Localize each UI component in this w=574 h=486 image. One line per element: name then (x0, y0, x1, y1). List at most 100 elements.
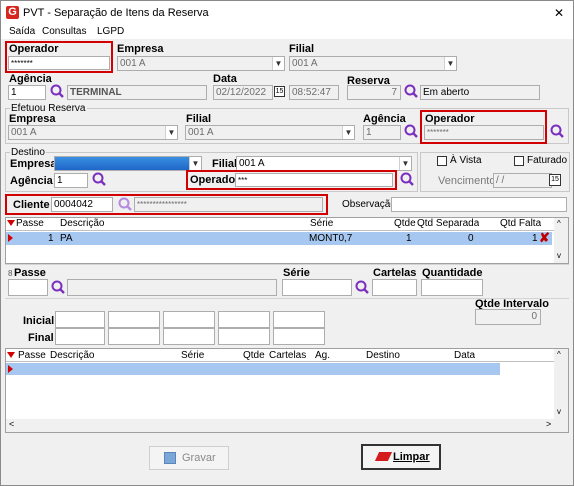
final-field-5[interactable] (273, 328, 325, 345)
search-icon[interactable] (399, 171, 415, 187)
col-passe[interactable]: Passe (18, 350, 46, 362)
col-qtde[interactable]: Qtde (243, 350, 265, 362)
scroll-up-icon[interactable]: ^ (557, 219, 561, 228)
cell-qtd-separada: 0 (468, 233, 474, 244)
empresa-label: Empresa (117, 43, 164, 55)
search-icon[interactable] (403, 123, 419, 139)
empresa-combo[interactable]: 001 A ▼ (117, 56, 285, 71)
calendar-icon[interactable]: 15 (274, 86, 285, 97)
destino-empresa-combo[interactable]: ▼ (54, 156, 202, 171)
cell-qtd-falta: 1 (532, 233, 538, 244)
divider (5, 264, 569, 265)
grid-hscrollbar[interactable]: < > (6, 419, 568, 432)
scroll-up-icon[interactable]: ^ (557, 350, 561, 359)
efetuou-agencia-label: Agência (363, 113, 406, 125)
eraser-icon (374, 452, 393, 461)
serie-field[interactable] (282, 279, 352, 296)
chevron-down-icon: ▼ (165, 126, 177, 139)
search-icon[interactable] (50, 279, 66, 295)
destino-agencia-field[interactable]: 1 (54, 173, 88, 188)
col-serie[interactable]: Série (181, 350, 204, 362)
table-row[interactable] (6, 363, 500, 375)
destino-filial-value: 001 A (239, 158, 265, 169)
filial-label: Filial (289, 43, 315, 55)
efetuou-agencia-value: 1 (366, 127, 372, 138)
row-pointer-icon (8, 234, 13, 242)
cliente-code-field[interactable]: 0004042 (51, 197, 113, 212)
col-destino[interactable]: Destino (366, 350, 400, 362)
delete-icon[interactable]: ✘ (539, 231, 550, 244)
faturado-checkbox[interactable] (514, 156, 524, 166)
quantidade-field[interactable] (421, 279, 483, 296)
col-data[interactable]: Data (454, 350, 475, 362)
passe-field[interactable] (8, 279, 48, 296)
calendar-icon[interactable]: 15 (549, 174, 561, 186)
avista-checkbox[interactable] (437, 156, 447, 166)
inicial-field-5[interactable] (273, 311, 325, 328)
qtde-intervalo-field: 0 (475, 309, 541, 325)
search-icon[interactable] (549, 123, 565, 139)
items-grid[interactable]: Passe Descrição Série Qtde Qtd Separada … (5, 217, 569, 264)
col-cartelas[interactable]: Cartelas (269, 350, 306, 362)
data-field[interactable]: 02/12/2022 (213, 85, 273, 100)
agencia-field[interactable]: 1 (8, 85, 46, 100)
final-field-3[interactable] (163, 328, 215, 345)
chevron-down-icon: ▼ (189, 157, 201, 170)
grid-vscrollbar[interactable]: ^ v (554, 349, 568, 419)
title-bar: G PVT - Separação de Itens da Reserva ✕ (1, 1, 573, 25)
efetuou-agencia-field: 1 (363, 125, 401, 140)
search-icon[interactable] (117, 196, 133, 212)
search-icon[interactable] (403, 83, 419, 99)
final-field-4[interactable] (218, 328, 270, 345)
search-icon[interactable] (354, 279, 370, 295)
destino-operador-field[interactable]: *** (235, 173, 393, 187)
scroll-down-icon[interactable]: v (557, 251, 561, 260)
chevron-down-icon: ▼ (444, 57, 456, 70)
col-qtde[interactable]: Qtde (394, 218, 416, 230)
menu-lgpd[interactable]: LGPD (97, 26, 124, 37)
table-row[interactable]: 1 PA MONT0,7 1 0 1 ✘ (6, 231, 552, 245)
inicial-field-4[interactable] (218, 311, 270, 328)
quantidade-label: Quantidade (422, 267, 483, 279)
final-field-1[interactable] (55, 328, 105, 345)
observacao-field[interactable] (391, 197, 567, 212)
col-qtd-falta[interactable]: Qtd Falta (500, 218, 541, 230)
inicial-field-3[interactable] (163, 311, 215, 328)
grid-scrollbar[interactable]: ^ v (554, 218, 568, 263)
col-passe[interactable]: Passe (16, 218, 44, 230)
inicial-label: Inicial (23, 315, 55, 327)
menu-consultas[interactable]: Consultas (42, 26, 86, 37)
scroll-left-icon[interactable]: < (9, 419, 14, 429)
final-field-2[interactable] (108, 328, 160, 345)
operador-field[interactable]: ******* (8, 56, 110, 70)
col-descricao[interactable]: Descrição (60, 218, 104, 230)
limpar-button[interactable]: Limpar (361, 444, 441, 470)
status-field: Em aberto (420, 85, 540, 100)
chevron-down-icon: ▼ (272, 57, 284, 70)
data-label: Data (213, 73, 237, 85)
destino-empresa-label: Empresa (10, 158, 57, 170)
agencia-name-field: TERMINAL (67, 85, 207, 100)
efetuou-filial-label: Filial (186, 113, 212, 125)
col-serie[interactable]: Série (310, 218, 333, 230)
cartelas-field[interactable] (372, 279, 417, 296)
cliente-name: **************** (137, 200, 187, 209)
destino-filial-combo[interactable]: 001 A ▼ (236, 156, 412, 171)
col-descricao[interactable]: Descrição (50, 350, 94, 362)
close-icon[interactable]: ✕ (554, 6, 564, 20)
scroll-right-icon[interactable]: > (546, 419, 551, 429)
inicial-field-2[interactable] (108, 311, 160, 328)
inicial-field-1[interactable] (55, 311, 105, 328)
filial-combo[interactable]: 001 A ▼ (289, 56, 457, 71)
separated-grid[interactable]: Passe Descrição Série Qtde Cartelas Ag. … (5, 348, 569, 433)
col-qtd-separada[interactable]: Qtd Separada (417, 218, 479, 230)
agencia-name: TERMINAL (70, 87, 122, 98)
gravar-button[interactable]: Gravar (149, 446, 229, 470)
search-icon[interactable] (49, 83, 65, 99)
menu-saida[interactable]: Saída (9, 26, 35, 37)
passe-label: Passe (14, 267, 46, 279)
col-ag[interactable]: Ag. (315, 350, 330, 362)
search-icon[interactable] (91, 171, 107, 187)
cliente-name-field: **************** (134, 197, 323, 212)
scroll-down-icon[interactable]: v (557, 407, 561, 416)
